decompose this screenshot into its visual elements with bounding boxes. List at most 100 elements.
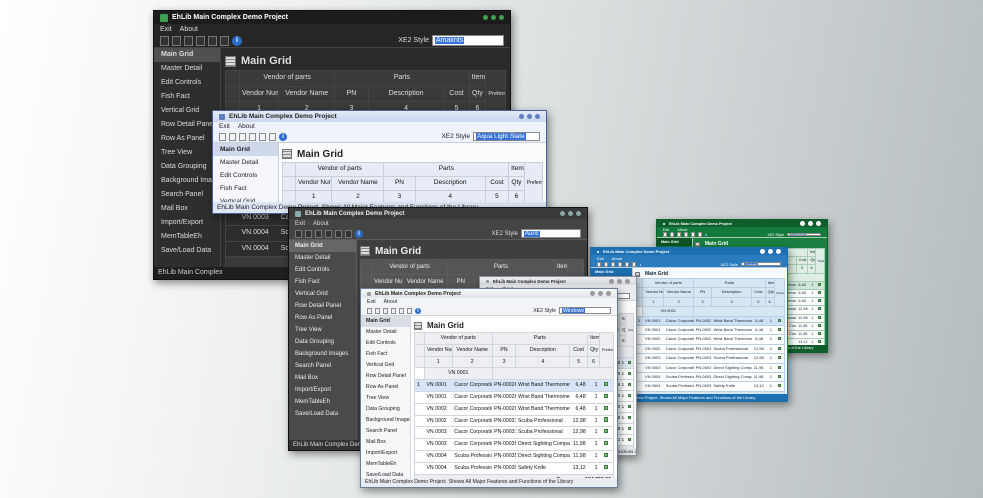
preferred-checkbox[interactable] — [625, 412, 634, 424]
table-row[interactable]: 1VN 0001Cacor CorporationPN-00026Wrist B… — [414, 379, 614, 392]
band-vendor[interactable]: Vendor of parts — [238, 70, 336, 87]
maximize-icon[interactable] — [768, 249, 773, 254]
info-icon[interactable]: i — [415, 307, 421, 314]
sidebar-item-background-images[interactable]: Background Images — [154, 174, 220, 188]
window-title-bar[interactable]: EhLib Main Complex Demo Project — [361, 289, 617, 298]
column-header-vendor-number[interactable]: Vendor Number — [642, 287, 665, 298]
column-header-qty[interactable]: Qty — [587, 343, 601, 357]
sidebar-item-vertical-grid[interactable]: Vertical Grid — [213, 195, 278, 202]
column-header-description[interactable]: Description — [367, 85, 445, 102]
band-items[interactable]: Items — [468, 70, 487, 87]
sidebar-item-memtableeh[interactable]: MemTableEh — [361, 459, 410, 470]
sidebar-item-edit-controls[interactable]: Edit Controls — [154, 76, 220, 90]
sidebar-item-import-export[interactable]: Import/Export — [154, 216, 220, 230]
column-header-vendor-number[interactable]: Vendor Number — [423, 343, 453, 357]
band-items[interactable]: Items — [508, 162, 525, 177]
sidebar-item-edit-controls[interactable]: Edit Controls — [213, 169, 278, 182]
preferred-checkbox[interactable] — [625, 423, 634, 435]
window-title-bar[interactable]: EhLib Main Complex Demo Project — [480, 277, 636, 285]
new-icon[interactable] — [305, 229, 312, 238]
column-header-description[interactable]: Description — [515, 343, 571, 357]
table-row[interactable]: VN 0002Cacor CorporationPN-00026Wrist Ba… — [414, 403, 614, 416]
table-row[interactable]: VN 0004Scuba ProfessionalPN-00035Direct … — [414, 450, 614, 463]
column-header-cost[interactable]: Cost — [484, 175, 510, 191]
xe2-style-select[interactable]: Auric — [521, 229, 581, 238]
window-title-bar[interactable]: EhLib Main Complex Demo Project — [591, 248, 787, 255]
column-preferred[interactable]: Preferred — [773, 277, 786, 308]
menu-exit[interactable]: Exit — [295, 221, 305, 227]
band-vendor[interactable]: Vendor of parts — [371, 258, 448, 276]
preferred-checkbox[interactable] — [815, 305, 825, 315]
sidebar-item-data-grouping[interactable]: Data Grouping — [289, 336, 356, 348]
sidebar-item-tree-view[interactable]: Tree View — [154, 146, 220, 160]
menu-exit[interactable]: Exit — [160, 26, 172, 33]
column-header-qty[interactable]: Qty — [508, 175, 525, 191]
paste-icon[interactable] — [625, 261, 629, 267]
sidebar-item-save-load-data[interactable]: Save/Load Data — [289, 408, 356, 420]
preferred-checkbox[interactable] — [625, 390, 634, 402]
band-items[interactable]: Items — [807, 247, 816, 258]
copy-icon[interactable] — [391, 307, 396, 314]
new-icon[interactable] — [670, 232, 674, 237]
band-parts[interactable]: Parts — [446, 258, 555, 276]
sidebar-item-save-load-data[interactable]: Save/Load Data — [154, 244, 220, 258]
sidebar-item-memtableeh[interactable]: MemTableEh — [154, 230, 220, 244]
sidebar-item-import-export[interactable]: Import/Export — [289, 384, 356, 396]
preferred-checkbox[interactable] — [599, 462, 614, 475]
info-icon[interactable]: i — [705, 233, 707, 236]
sidebar-item-mail-box[interactable]: Mail Box — [154, 202, 220, 216]
menu-about[interactable]: About — [677, 228, 687, 232]
maximize-icon[interactable] — [808, 221, 813, 226]
close-icon[interactable] — [816, 221, 821, 226]
table-row[interactable]: VN 0001Cacor CorporationPN-00026Wrist Ba… — [414, 391, 614, 404]
close-icon[interactable] — [606, 291, 611, 296]
table-row[interactable]: VN 0002Cacor CorporationPN-00031Scuba Pr… — [414, 415, 614, 428]
close-icon[interactable] — [499, 15, 504, 20]
menu-about[interactable]: About — [180, 26, 198, 33]
sidebar-item-mail-box[interactable]: Mail Box — [361, 437, 410, 448]
sidebar-item-data-grouping[interactable]: Data Grouping — [361, 404, 410, 415]
sidebar-item-row-as-panel[interactable]: Row As Panel — [289, 312, 356, 324]
sidebar-item-main-grid[interactable]: Main Grid — [657, 238, 692, 246]
sidebar-item-fish-fact[interactable]: Fish Fact — [213, 182, 278, 195]
band-parts[interactable]: Parts — [383, 162, 510, 177]
maximize-icon[interactable] — [598, 291, 603, 296]
menu-exit[interactable]: Exit — [367, 299, 376, 305]
column-header-qty[interactable]: Qty — [807, 256, 816, 266]
group-expander[interactable] — [414, 367, 425, 381]
band-items[interactable]: Items — [587, 332, 601, 345]
band-parts[interactable]: Parts — [693, 277, 766, 289]
sidebar-item-main-grid[interactable]: Main Grid — [361, 316, 410, 327]
sidebar-item-search-panel[interactable]: Search Panel — [361, 426, 410, 437]
band-parts[interactable]: Parts — [491, 332, 589, 345]
xe2-style-select[interactable]: Windows — [559, 307, 611, 314]
menu-about[interactable]: About — [384, 299, 398, 305]
sidebar-item-mail-box[interactable]: Mail Box — [289, 372, 356, 384]
sidebar-item-save-load-data[interactable]: Save/Load Data — [361, 470, 410, 478]
preferred-checkbox[interactable] — [599, 438, 614, 451]
band-items[interactable]: Items — [764, 277, 775, 289]
paste-icon[interactable] — [335, 229, 342, 238]
minimize-icon[interactable] — [800, 221, 805, 226]
preferred-checkbox[interactable] — [815, 281, 825, 291]
sidebar-item-main-grid[interactable]: Main Grid — [213, 143, 278, 156]
maximize-icon[interactable] — [527, 114, 532, 119]
table-row[interactable]: VN 0003Cacor CorporationPN-00035Direct S… — [635, 363, 785, 374]
window-title-bar[interactable]: EhLib Main Complex Demo Project — [289, 208, 587, 219]
print-icon[interactable] — [407, 307, 412, 314]
sidebar-item-master-detail[interactable]: Master Detail — [154, 62, 220, 76]
sidebar-item-row-detail-panel[interactable]: Row Detail Panel — [154, 118, 220, 132]
column-header-description[interactable]: Description — [710, 287, 753, 298]
preferred-checkbox[interactable] — [599, 450, 614, 463]
sidebar-item-master-detail[interactable]: Master Detail — [361, 327, 410, 338]
table-row[interactable]: VN 0004Scuba ProfessionalPN-00030Safety … — [414, 462, 614, 475]
column-header-cost[interactable]: Cost — [443, 85, 470, 102]
sidebar-item-main-grid[interactable]: Main Grid — [289, 240, 356, 252]
print-icon[interactable] — [220, 35, 229, 46]
band-vendor[interactable]: Vendor of parts — [642, 277, 695, 289]
minimize-icon[interactable] — [609, 278, 614, 284]
sidebar-item-main-grid[interactable]: Main Grid — [591, 268, 632, 276]
sidebar-item-import-export[interactable]: Import/Export — [361, 448, 410, 459]
xe2-style-select[interactable]: Amakrits — [432, 35, 504, 46]
copy-icon[interactable] — [249, 132, 256, 141]
